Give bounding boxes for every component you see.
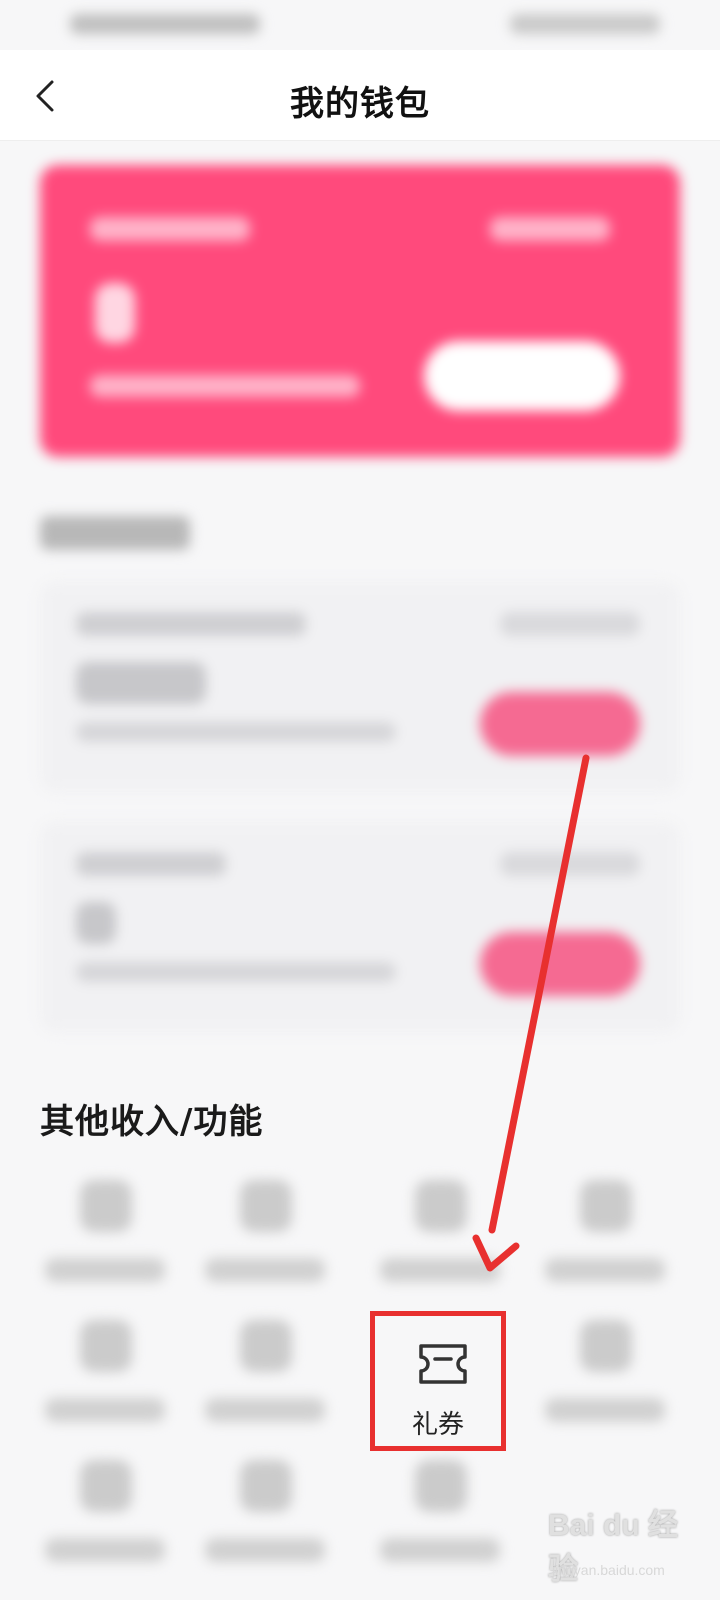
card-action-button[interactable] [480,932,640,996]
balance-label [90,217,250,241]
other-section-title: 其他收入/功能 [40,1102,264,1142]
baidu-watermark: Bai du 经验 jingyan.baidu.com [540,1500,700,1590]
grid-item-label [205,1538,325,1562]
grid-item-label [45,1538,165,1562]
grid-item[interactable] [365,1170,515,1300]
grid-item-label [205,1258,325,1282]
grid-item-label [380,1258,500,1282]
grid-item-icon [80,1460,132,1512]
grid-item[interactable] [190,1450,340,1580]
grid-item-label [545,1258,665,1282]
income-card[interactable] [40,822,680,1032]
income-card[interactable] [40,582,680,792]
balance-detail-link[interactable] [490,217,610,241]
balance-amount [95,283,135,343]
grid-item[interactable] [30,1450,180,1580]
grid-item[interactable] [30,1170,180,1300]
grid-item-label [380,1538,500,1562]
status-bar-left [70,14,260,34]
page-title: 我的钱包 [290,84,430,124]
coupon-item[interactable]: 礼券 [370,1311,506,1451]
balance-banner[interactable] [40,165,680,457]
grid-item[interactable] [530,1310,680,1440]
grid-item-label [205,1398,325,1422]
coupon-label: 礼券 [411,1410,464,1440]
card-amount [76,902,116,944]
grid-item-label [45,1398,165,1422]
grid-item[interactable] [365,1450,515,1580]
navigation-bar: 我的钱包 [0,50,720,141]
grid-item[interactable] [190,1170,340,1300]
grid-item-icon [80,1180,132,1232]
card-title [76,852,226,876]
card-note [76,962,396,982]
status-bar-right [510,14,660,34]
grid-item-icon [415,1180,467,1232]
grid-item[interactable] [530,1170,680,1300]
grid-item[interactable] [30,1310,180,1440]
card-note [76,722,396,742]
status-bar [0,0,720,50]
card-detail-link[interactable] [500,612,640,636]
grid-item[interactable] [190,1310,340,1440]
grid-item-icon [240,1320,292,1372]
grid-item-icon [80,1320,132,1372]
grid-item-icon [240,1180,292,1232]
balance-note [90,375,360,397]
grid-item-icon [415,1460,467,1512]
grid-item-icon [580,1180,632,1232]
grid-item-label [545,1398,665,1422]
watermark-site: jingyan.baidu.com [552,1562,665,1578]
grid-item-icon [240,1460,292,1512]
balance-action-button[interactable] [424,341,620,411]
grid-item-icon [580,1320,632,1372]
card-amount [76,662,206,704]
card-action-button[interactable] [480,692,640,756]
grid-item-label [45,1258,165,1282]
card-detail-link[interactable] [500,852,640,876]
ticket-icon [419,1344,467,1384]
income-section-title [40,516,190,550]
card-title [76,612,306,636]
